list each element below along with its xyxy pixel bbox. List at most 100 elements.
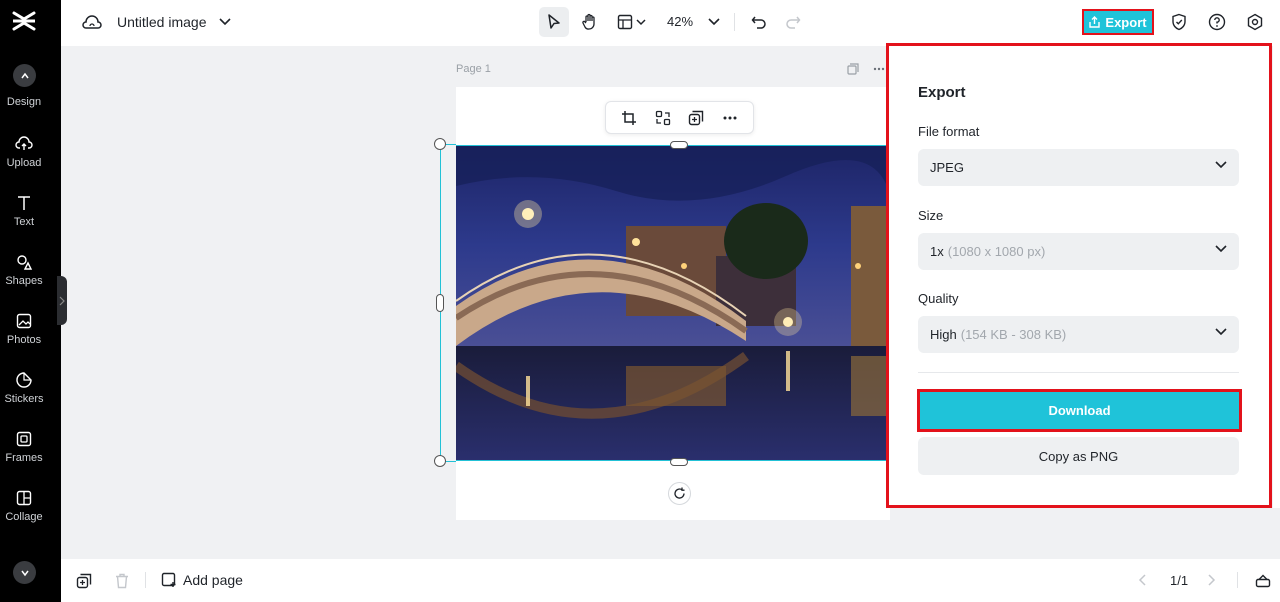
undo-button[interactable] — [748, 11, 770, 33]
file-format-select[interactable]: JPEG — [918, 149, 1239, 186]
more-options-button[interactable] — [719, 107, 741, 129]
chevron-down-icon — [219, 18, 231, 26]
scroll-down-button[interactable] — [13, 561, 36, 584]
page-counter: 1/1 — [1170, 573, 1189, 588]
sidebar-item-frames[interactable]: Frames — [0, 426, 48, 478]
file-format-label: File format — [918, 124, 980, 139]
cloud-save-button[interactable] — [81, 12, 103, 34]
title-dropdown-button[interactable] — [218, 15, 232, 29]
resize-handle-bottom[interactable] — [670, 458, 688, 466]
copy-as-png-button[interactable]: Copy as PNG — [918, 437, 1239, 475]
chevron-down-icon — [20, 570, 29, 576]
chevron-up-icon — [20, 72, 29, 78]
sidebar-item-label: Design — [6, 96, 42, 108]
layout-icon — [617, 14, 632, 30]
sidebar-item-shapes[interactable]: Shapes — [0, 249, 48, 301]
sidebar-item-label: Frames — [5, 452, 43, 464]
hand-icon — [582, 13, 595, 30]
rotate-button[interactable] — [668, 482, 691, 505]
bottom-bar: Add page 1/1 — [61, 559, 1280, 602]
panel-scrollbar[interactable] — [1273, 43, 1280, 508]
export-button-label: Export — [1105, 14, 1147, 30]
sidebar-collapse-handle[interactable] — [57, 276, 67, 325]
file-format-value: JPEG — [930, 160, 964, 175]
duplicate-page-button[interactable] — [846, 62, 860, 76]
more-horizontal-icon — [723, 116, 737, 119]
chevron-down-icon — [635, 18, 646, 25]
trash-icon — [116, 573, 128, 589]
crop-icon — [621, 110, 636, 125]
duplicate-icon — [689, 110, 704, 125]
chevron-right-icon — [59, 296, 65, 305]
select-tool-button[interactable] — [539, 7, 569, 37]
duplicate-button[interactable] — [685, 107, 707, 129]
layout-menu-button[interactable] — [613, 10, 649, 34]
add-page-icon — [161, 572, 176, 587]
frames-icon — [16, 431, 32, 447]
resize-handle-bottom-left[interactable] — [434, 455, 446, 467]
size-select[interactable]: 1x (1080 x 1080 px) — [918, 233, 1239, 270]
photos-icon — [16, 313, 32, 329]
download-button[interactable]: Download — [917, 389, 1242, 432]
duplicate-icon — [847, 63, 859, 75]
sidebar-item-upload[interactable]: Upload — [0, 131, 48, 183]
replace-icon — [655, 110, 670, 125]
capcut-logo — [12, 11, 36, 31]
export-button[interactable]: Export — [1082, 9, 1154, 35]
add-page-button[interactable]: Add page — [161, 572, 243, 588]
add-page-label: Add page — [183, 572, 243, 588]
chevron-down-icon — [1215, 245, 1227, 253]
redo-button[interactable] — [782, 11, 804, 33]
chevron-down-icon — [1215, 328, 1227, 336]
page-label: Page 1 — [456, 63, 491, 75]
chevron-down-icon — [708, 18, 720, 26]
upload-cloud-icon — [15, 136, 33, 150]
previous-page-button[interactable] — [1135, 573, 1149, 587]
zoom-level[interactable]: 42% — [667, 14, 693, 29]
gear-icon — [1247, 13, 1263, 31]
quality-label: Quality — [918, 291, 959, 306]
pages-panel-icon — [1255, 574, 1271, 588]
export-panel-title: Export — [918, 84, 966, 101]
zoom-dropdown-button[interactable] — [707, 15, 721, 29]
chevron-right-icon — [1208, 574, 1216, 586]
delete-page-button[interactable] — [113, 572, 131, 590]
crop-button[interactable] — [618, 107, 640, 129]
resize-handle-top-left[interactable] — [434, 138, 446, 150]
more-horizontal-icon — [873, 67, 885, 71]
brand-kit-button[interactable] — [1168, 11, 1190, 33]
sidebar-item-photos[interactable]: Photos — [0, 308, 48, 360]
sidebar-item-design[interactable]: Design — [0, 82, 48, 134]
resize-handle-left[interactable] — [436, 294, 444, 312]
shield-check-icon — [1172, 13, 1186, 31]
page-panel-toggle-button[interactable] — [1254, 572, 1272, 590]
chevron-down-icon — [1215, 161, 1227, 169]
document-title[interactable]: Untitled image — [117, 14, 207, 30]
canvas-photo-night-bridge[interactable] — [456, 145, 890, 461]
undo-icon — [751, 16, 766, 29]
replace-button[interactable] — [652, 107, 674, 129]
sidebar-item-label: Upload — [6, 157, 42, 169]
sidebar-item-text[interactable]: Text — [0, 190, 48, 242]
toolbar-divider — [1237, 572, 1238, 588]
rotate-icon — [674, 487, 685, 499]
sidebar-item-stickers[interactable]: Stickers — [0, 367, 48, 419]
help-button[interactable] — [1206, 11, 1228, 33]
size-detail: (1080 x 1080 px) — [947, 244, 1046, 259]
settings-button[interactable] — [1244, 11, 1266, 33]
toolbar-divider — [734, 13, 735, 31]
hand-tool-button[interactable] — [575, 7, 605, 37]
quality-select[interactable]: High (154 KB - 308 KB) — [918, 316, 1239, 353]
collage-icon — [16, 490, 32, 506]
image-floating-toolbar — [605, 101, 754, 134]
next-page-button[interactable] — [1205, 573, 1219, 587]
sidebar-item-label: Text — [13, 216, 35, 228]
resize-handle-top[interactable] — [670, 141, 688, 149]
page-more-button[interactable] — [872, 62, 886, 76]
add-copy-icon — [76, 573, 92, 589]
chevron-left-icon — [1138, 574, 1146, 586]
panel-divider — [918, 372, 1239, 373]
new-page-button[interactable] — [75, 572, 93, 590]
sidebar-item-collage[interactable]: Collage — [0, 485, 48, 537]
help-icon — [1208, 13, 1226, 31]
